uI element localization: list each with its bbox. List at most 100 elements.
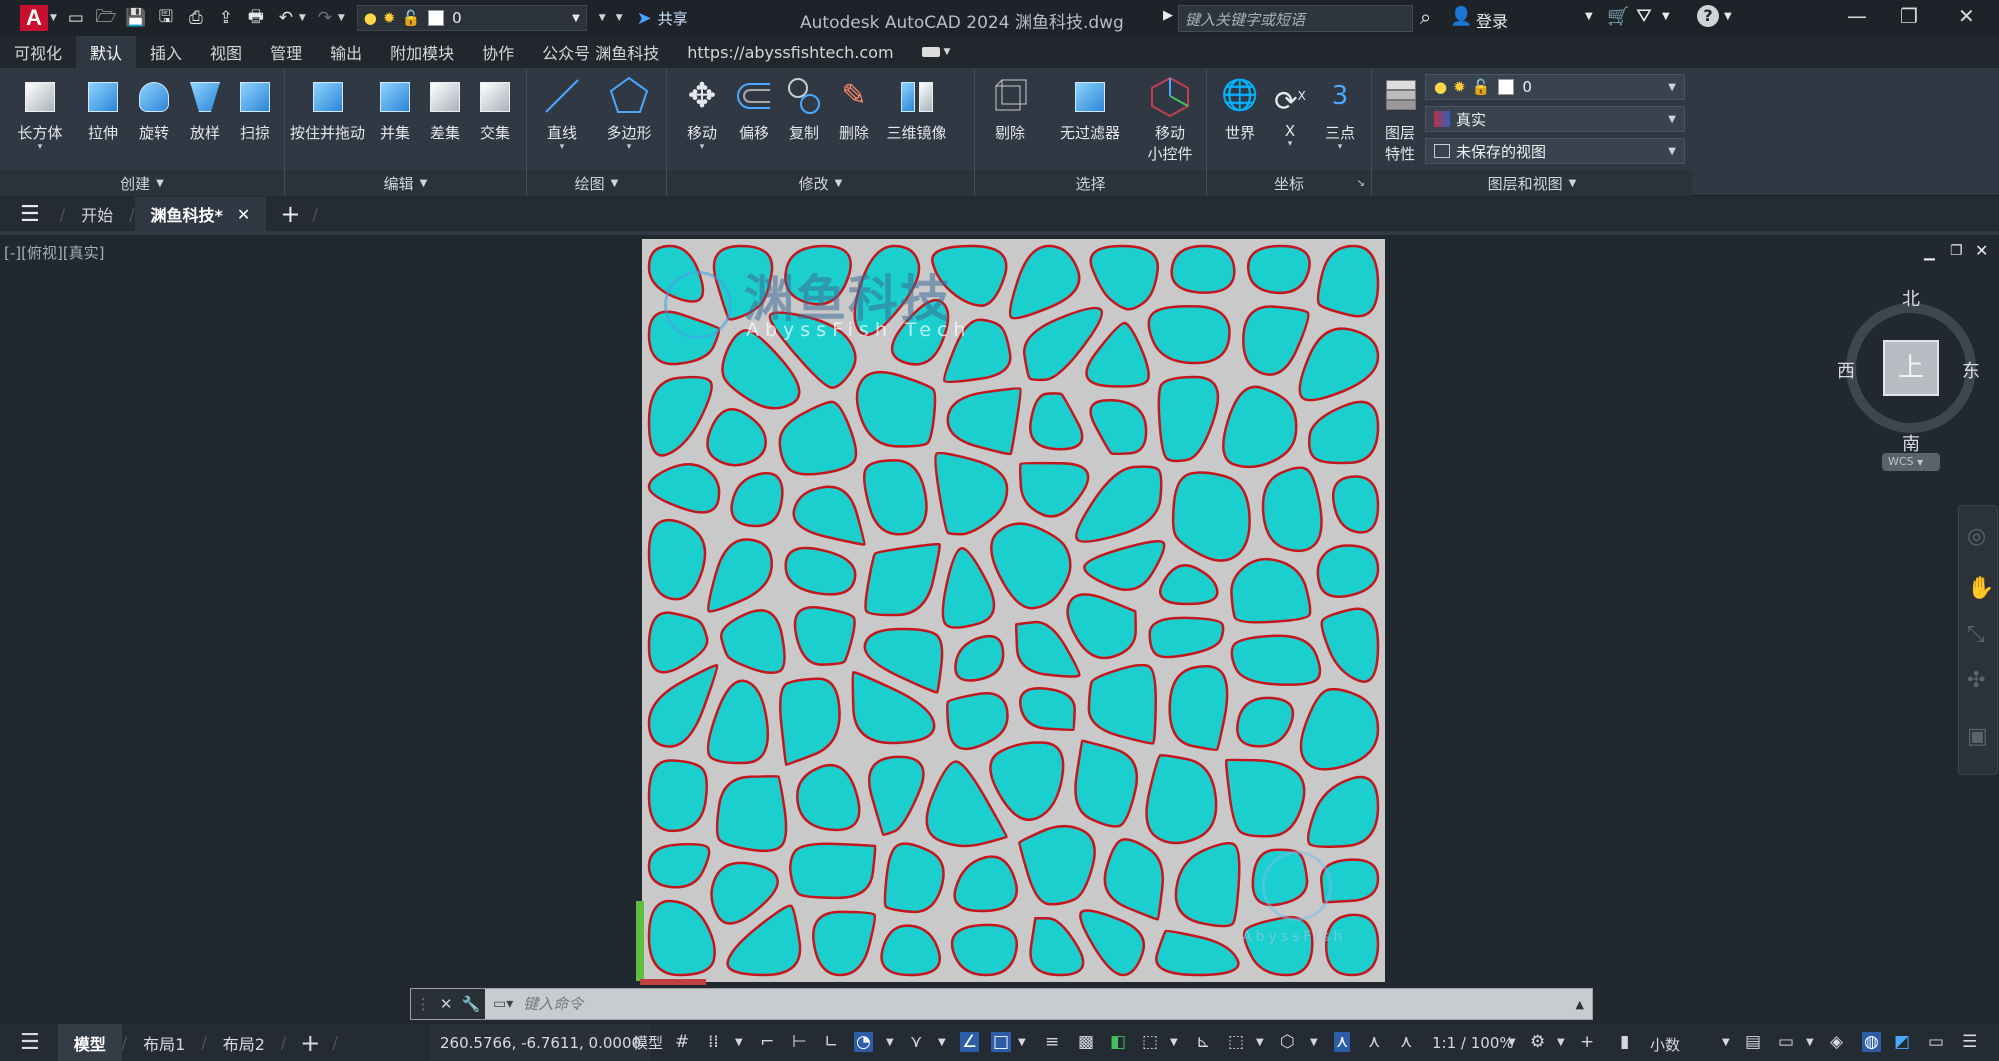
tab-layout1[interactable]: 布局1	[127, 1024, 201, 1061]
tab-model[interactable]: 模型	[57, 1024, 122, 1061]
tool-line[interactable]: 直线 ▾	[537, 74, 587, 152]
tool-intersect[interactable]: 交集	[470, 74, 520, 143]
voronoi-cell[interactable]	[880, 924, 941, 977]
drawing-area[interactable]: [-][俯视][真实] 渊鱼科技 AbyssFish Tech AbyssFis…	[0, 239, 1999, 1020]
voronoi-cell[interactable]	[706, 408, 767, 467]
tool-sweep[interactable]: 扫掠	[230, 74, 280, 143]
voronoi-cell[interactable]	[1029, 392, 1084, 451]
voronoi-cell[interactable]	[647, 462, 721, 514]
voronoi-cell[interactable]	[812, 910, 877, 977]
voronoi-cell[interactable]	[1018, 687, 1076, 732]
cube-face-top[interactable]: 上	[1883, 340, 1939, 396]
publish-icon[interactable]: ⎙	[185, 7, 207, 29]
voronoi-cell[interactable]	[954, 634, 1005, 682]
tool-erase[interactable]: ✎ 删除	[829, 74, 879, 143]
voronoi-cell[interactable]	[1157, 375, 1220, 463]
voronoi-cell[interactable]	[1222, 385, 1298, 469]
voronoi-cell[interactable]	[1170, 244, 1236, 294]
voronoi-cell[interactable]	[1230, 634, 1322, 686]
voronoi-cell[interactable]	[647, 759, 708, 833]
voronoi-cell[interactable]	[1029, 916, 1085, 977]
isodraft-icon[interactable]: ⋎	[910, 1032, 922, 1052]
user-icon[interactable]: 👤	[1450, 6, 1472, 27]
model-space-button[interactable]: 模型	[633, 1032, 663, 1053]
grid-icon[interactable]: #	[675, 1032, 689, 1052]
app-menu-caret-icon[interactable]: ▼	[50, 13, 57, 23]
voronoi-cell[interactable]	[1298, 327, 1380, 402]
voronoi-cell[interactable]	[1145, 754, 1218, 845]
3d-osnap-icon[interactable]: ⬚	[1142, 1032, 1158, 1052]
voronoi-panel[interactable]: 渊鱼科技 AbyssFish Tech AbyssFish	[642, 239, 1385, 982]
voronoi-cell[interactable]	[647, 664, 719, 748]
clean-screen-icon[interactable]: ◩	[1894, 1032, 1910, 1052]
voronoi-cell[interactable]	[730, 471, 784, 528]
tab-file[interactable]: 渊鱼科技* ✕	[134, 197, 267, 231]
quick-properties-icon[interactable]: ▤	[1745, 1032, 1761, 1052]
cart-icon[interactable]: 🛒	[1607, 6, 1629, 27]
voronoi-cell[interactable]	[647, 518, 707, 601]
voronoi-cell[interactable]	[950, 923, 1019, 977]
isodraft-caret-icon[interactable]: ▼	[938, 1037, 946, 1048]
ribbon-tab-6[interactable]: 附加模块	[376, 36, 468, 68]
compass-west[interactable]: 西	[1837, 357, 1855, 383]
panel-create-title[interactable]: 创建 ▼	[0, 170, 284, 196]
voronoi-cell[interactable]	[1087, 663, 1158, 745]
voronoi-cell[interactable]	[1089, 244, 1159, 311]
voronoi-cell[interactable]	[1103, 838, 1164, 921]
autodesk-app-icon[interactable]: ⛛	[1636, 5, 1652, 27]
voronoi-cell[interactable]	[719, 609, 786, 674]
voronoi-cell[interactable]	[867, 755, 925, 837]
tool-no-filter[interactable]: 无过滤器	[1045, 74, 1135, 143]
tool-loft[interactable]: 放样	[180, 74, 230, 143]
units-value[interactable]: 小数	[1650, 1034, 1680, 1055]
zoom-extents-icon[interactable]: ⤡	[1967, 622, 1985, 647]
ribbon-tab-2[interactable]: 插入	[136, 36, 196, 68]
save-as-icon[interactable]: 🖫	[155, 7, 177, 29]
layer-extra-caret-icon[interactable]: ▼	[599, 13, 606, 23]
tool-polygon[interactable]: 多边形 ▾	[599, 74, 659, 152]
dynamic-ucs-icon[interactable]: ⊾	[1196, 1032, 1210, 1052]
tool-revolve[interactable]: 旋转	[129, 74, 179, 143]
voronoi-cell[interactable]	[1155, 929, 1240, 977]
panel-modify-title[interactable]: 修改 ▼	[667, 170, 974, 196]
customize-qat-icon[interactable]: ▼	[616, 13, 623, 23]
voronoi-cell[interactable]	[1066, 593, 1137, 660]
search-expand-icon[interactable]: ▶	[1163, 8, 1173, 23]
tool-ucs-world[interactable]: 🌐 世界	[1215, 74, 1265, 143]
voronoi-cell[interactable]	[715, 775, 788, 853]
lock-ui-icon[interactable]: ▭	[1778, 1032, 1794, 1052]
login-caret-icon[interactable]: ▼	[1585, 11, 1593, 22]
voronoi-cell[interactable]	[1242, 916, 1314, 977]
lock-ui-caret-icon[interactable]: ▼	[1806, 1037, 1814, 1048]
tool-presspull[interactable]: 按住并拖动	[285, 74, 370, 143]
3d-osnap-caret-icon[interactable]: ▼	[1170, 1037, 1178, 1048]
voronoi-cell[interactable]	[1224, 758, 1306, 838]
login-button[interactable]: 登录	[1476, 8, 1508, 32]
voronoi-cell[interactable]	[1014, 620, 1081, 678]
share-icon[interactable]: ➤	[637, 8, 652, 29]
selection-cycling-icon[interactable]: ◧	[1110, 1032, 1126, 1052]
export-icon[interactable]: ⇪	[215, 7, 237, 29]
voronoi-cell[interactable]	[1316, 244, 1380, 318]
voronoi-cell[interactable]	[1083, 540, 1166, 591]
workspace-caret-icon[interactable]: ▼	[1557, 1037, 1565, 1048]
voronoi-cell[interactable]	[1008, 244, 1081, 320]
new-tab-icon[interactable]: +	[280, 200, 300, 228]
voronoi-cell[interactable]	[1174, 841, 1241, 928]
workspace-gear-icon[interactable]: ⚙	[1530, 1032, 1545, 1052]
tool-box[interactable]: 长方体 ▾	[15, 74, 65, 152]
tool-ucs-x[interactable]: ⟳X X ▾	[1265, 74, 1315, 148]
voronoi-cell[interactable]	[1242, 305, 1310, 376]
voronoi-cell[interactable]	[1074, 739, 1139, 828]
ribbon-display-toggle-icon[interactable]: ▼	[908, 36, 965, 68]
hardware-acceleration-icon[interactable]: ◍	[1862, 1032, 1881, 1052]
ortho-icon[interactable]: ∟	[824, 1032, 838, 1052]
close-tab-icon[interactable]: ✕	[237, 205, 250, 224]
voronoi-cell[interactable]	[647, 899, 716, 977]
tool-mirror3d[interactable]: 三维镜像	[879, 74, 954, 143]
app-caret-icon[interactable]: ▼	[1662, 11, 1670, 22]
selection-filter-caret-icon[interactable]: ▼	[1256, 1037, 1264, 1048]
open-folder-icon[interactable]: 🗁	[95, 7, 117, 29]
close-command-icon[interactable]: ✕	[440, 995, 453, 1013]
compass-east[interactable]: 东	[1962, 357, 1980, 383]
